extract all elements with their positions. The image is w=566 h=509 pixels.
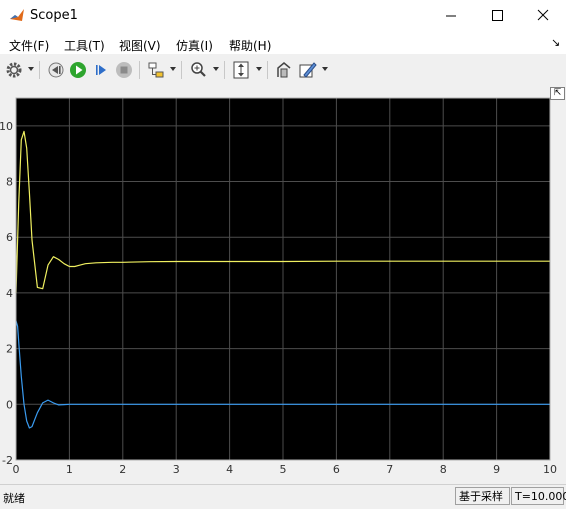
style-button[interactable] xyxy=(298,60,318,80)
x-tick-label: 2 xyxy=(119,463,126,476)
scope-display: 0 1 2 3 4 5 6 7 8 9 10 -2 0 2 4 6 8 10 ⇱ xyxy=(0,86,566,484)
restore-icon xyxy=(277,62,291,78)
undock-button[interactable]: ⇱ xyxy=(550,87,565,100)
maximize-icon xyxy=(492,10,503,21)
window-title: Scope1 xyxy=(30,8,78,23)
run-button[interactable] xyxy=(68,60,88,80)
style-icon xyxy=(299,62,317,78)
scale-y-button[interactable] xyxy=(231,60,251,80)
scale-dropdown-icon[interactable] xyxy=(256,67,262,71)
menu-bar: 文件(F) 工具(T) 视图(V) 仿真(I) 帮助(H) ↘ xyxy=(0,32,566,54)
menu-tools[interactable]: 工具(T) xyxy=(64,37,105,54)
restore-layout-button[interactable] xyxy=(274,60,294,80)
toolbar xyxy=(0,56,566,84)
gear-icon xyxy=(6,62,22,78)
y-tick-label: 6 xyxy=(6,231,13,244)
close-icon xyxy=(537,9,549,21)
status-bar: 就绪 基于采样 T=10.000 xyxy=(0,484,566,509)
zoom-dropdown-icon[interactable] xyxy=(213,67,219,71)
x-tick-label: 3 xyxy=(173,463,180,476)
menu-file[interactable]: 文件(F) xyxy=(9,37,49,54)
step-forward-button[interactable] xyxy=(91,60,111,80)
zoom-button[interactable] xyxy=(189,60,209,80)
y-tick-label: 4 xyxy=(6,287,13,300)
toolbar-separator xyxy=(181,61,182,79)
settings-button[interactable] xyxy=(4,60,24,80)
sim-time-indicator: T=10.000 xyxy=(511,487,566,505)
title-bar: Scope1 xyxy=(0,0,566,32)
maximize-button[interactable] xyxy=(474,0,520,32)
y-tick-label: 8 xyxy=(6,176,13,189)
x-tick-label: 4 xyxy=(226,463,233,476)
menu-simulation[interactable]: 仿真(I) xyxy=(176,37,213,54)
settings-dropdown-icon[interactable] xyxy=(28,67,34,71)
x-tick-label: 9 xyxy=(493,463,500,476)
highlight-dropdown-icon[interactable] xyxy=(170,67,176,71)
expand-icon: ⇱ xyxy=(553,88,562,98)
style-dropdown-icon[interactable] xyxy=(322,67,328,71)
y-tick-label: 10 xyxy=(0,120,13,133)
x-tick-label: 6 xyxy=(333,463,340,476)
highlight-block-button[interactable] xyxy=(146,60,166,80)
status-text: 就绪 xyxy=(3,492,25,505)
x-tick-label: 1 xyxy=(66,463,73,476)
menu-pin-icon[interactable]: ↘ xyxy=(551,36,560,49)
scope-plot[interactable]: 0 1 2 3 4 5 6 7 8 9 10-20246810 xyxy=(0,86,566,484)
x-tick-label: 5 xyxy=(280,463,287,476)
step-back-icon xyxy=(48,62,64,78)
close-button[interactable] xyxy=(520,0,566,32)
x-tick-label: 10 xyxy=(543,463,557,476)
y-tick-label: 0 xyxy=(6,398,13,411)
toolbar-separator xyxy=(267,61,268,79)
step-back-button[interactable] xyxy=(46,60,66,80)
y-tick-label: 2 xyxy=(6,343,13,356)
step-forward-icon xyxy=(96,65,106,75)
toolbar-separator xyxy=(39,61,40,79)
stop-button[interactable] xyxy=(114,60,134,80)
stop-icon xyxy=(116,62,132,78)
menu-help[interactable]: 帮助(H) xyxy=(229,37,271,54)
sample-mode-indicator: 基于采样 xyxy=(455,487,510,505)
x-tick-label: 8 xyxy=(440,463,447,476)
menu-view[interactable]: 视图(V) xyxy=(119,37,161,54)
toolbar-separator xyxy=(139,61,140,79)
x-tick-label: 0 xyxy=(13,463,20,476)
scale-y-icon xyxy=(233,61,249,79)
highlight-block-icon xyxy=(148,62,164,78)
y-tick-label: -2 xyxy=(2,454,13,467)
minimize-icon xyxy=(446,15,456,17)
x-tick-label: 7 xyxy=(386,463,393,476)
toolbar-separator xyxy=(224,61,225,79)
run-icon xyxy=(70,62,86,78)
zoom-icon xyxy=(191,62,206,77)
matlab-app-icon xyxy=(10,9,24,21)
minimize-button[interactable] xyxy=(428,0,474,32)
